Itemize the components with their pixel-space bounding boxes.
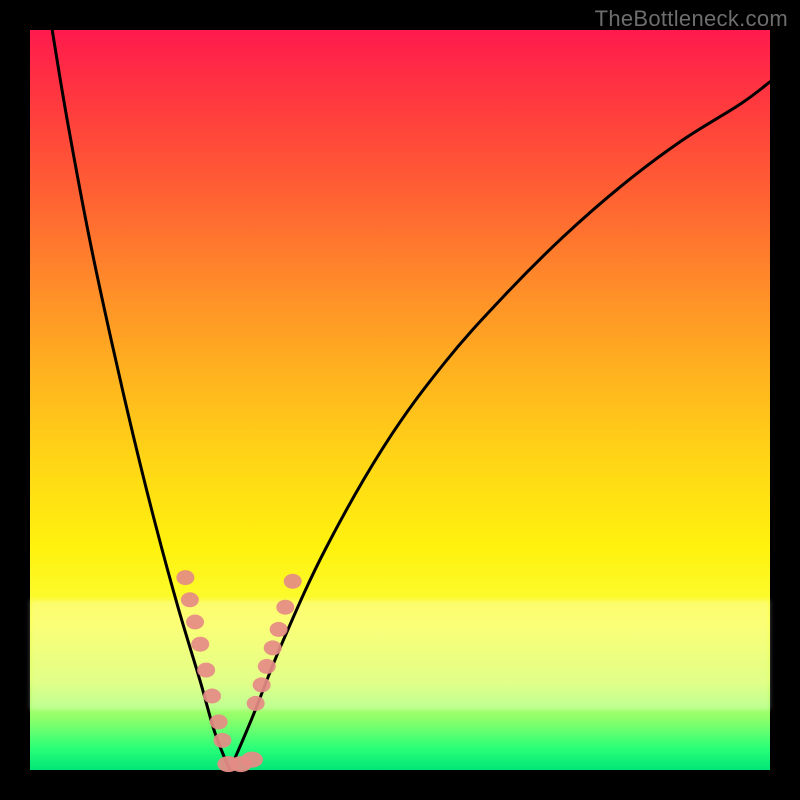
data-marker-right	[276, 600, 294, 615]
data-marker-left	[191, 637, 209, 652]
data-marker-left	[186, 615, 204, 630]
curve-right-branch	[230, 82, 770, 770]
data-marker-right	[258, 659, 276, 674]
curve-left-branch	[52, 30, 230, 770]
data-marker-right	[253, 677, 271, 692]
curve-svg	[30, 30, 770, 770]
data-marker-right	[264, 640, 282, 655]
data-marker-left	[213, 733, 231, 748]
watermark-text: TheBottleneck.com	[595, 6, 788, 32]
data-marker-left	[210, 714, 228, 729]
data-marker-left	[181, 592, 199, 607]
data-marker-right	[284, 574, 302, 589]
curve-group	[52, 30, 770, 770]
data-marker-left	[176, 570, 194, 585]
data-marker-left	[197, 663, 215, 678]
marker-group	[176, 570, 301, 772]
data-marker-left	[203, 689, 221, 704]
plot-area	[30, 30, 770, 770]
data-marker-right	[270, 622, 288, 637]
data-marker-bottom	[241, 752, 263, 768]
chart-frame: TheBottleneck.com	[0, 0, 800, 800]
data-marker-right	[247, 696, 265, 711]
